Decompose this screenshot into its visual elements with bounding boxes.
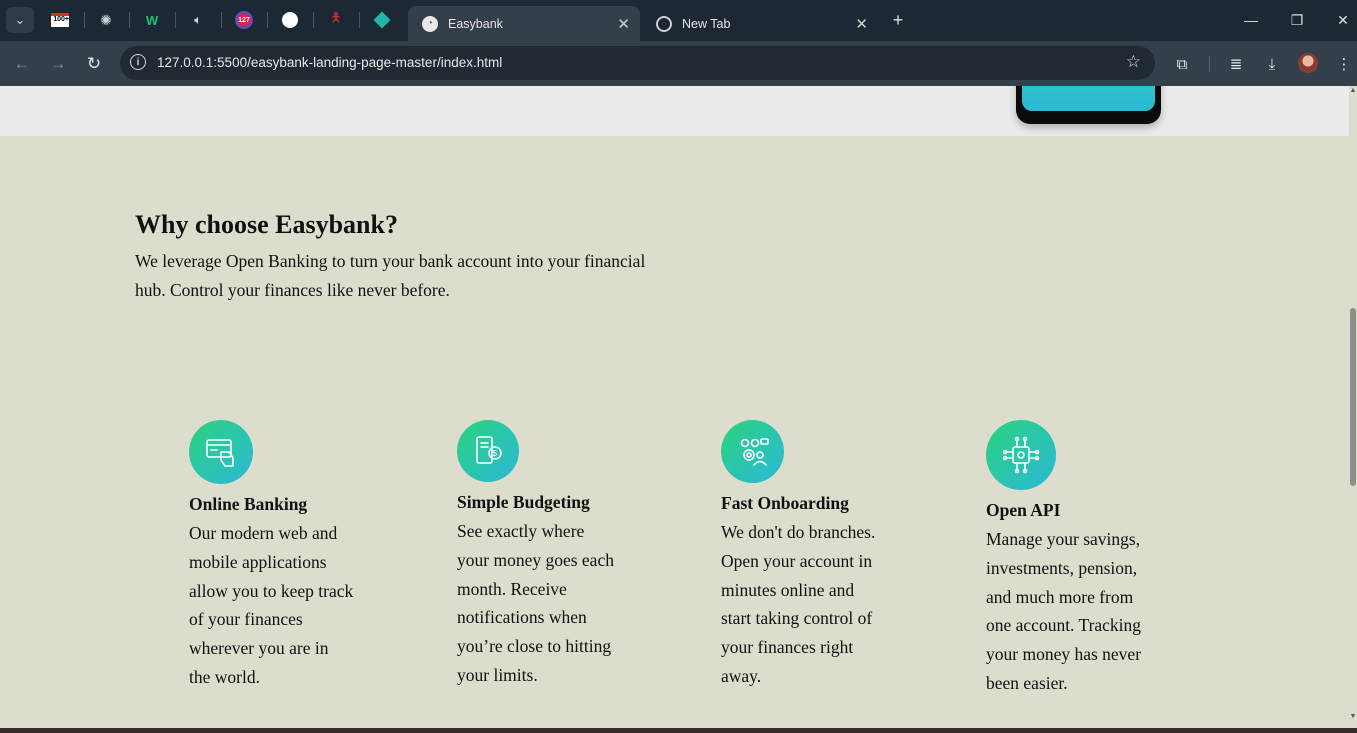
counter-badge-icon: 127: [235, 11, 253, 29]
openai-icon: ✺: [100, 11, 112, 28]
webflow-icon: W: [145, 12, 159, 28]
new-tab-button[interactable]: +: [884, 8, 912, 32]
browser-toolbar: ← → ↻ i 127.0.0.1:5500/easybank-landing-…: [0, 41, 1357, 86]
page-viewport: Why choose Easybank? We leverage Open Ba…: [0, 86, 1349, 728]
feature-title: Online Banking: [189, 494, 308, 514]
tab-easybank[interactable]: ◔ Easybank ✕: [408, 6, 640, 41]
feature-title: Fast Onboarding: [721, 493, 849, 513]
feature-online-banking: Online Banking Our modern web and mobile…: [189, 420, 354, 692]
restore-icon: ❐: [1290, 11, 1304, 28]
pinned-tab-gmail[interactable]: 100+: [46, 7, 74, 33]
pinned-tab-figure[interactable]: 🯅︎: [322, 7, 350, 33]
back-button[interactable]: ←: [8, 50, 36, 78]
api-icon: [986, 420, 1056, 490]
feature-fast-onboarding: Fast Onboarding We don't do branches. Op…: [721, 420, 876, 691]
feature-open-api: Open API Manage your savings, investment…: [986, 420, 1161, 698]
close-icon: ✕: [1337, 11, 1349, 28]
address-bar[interactable]: i 127.0.0.1:5500/easybank-landing-page-m…: [120, 46, 1155, 80]
bookmark-star-icon[interactable]: ☆: [1126, 52, 1141, 72]
kebab-menu-icon: ⋮: [1336, 56, 1352, 73]
figure-icon: 🯅︎: [330, 10, 342, 25]
reload-icon: ↻: [86, 54, 102, 73]
feature-text: See exactly where your money goes each m…: [457, 521, 614, 685]
scroll-down-arrow-icon[interactable]: ▼: [1349, 712, 1357, 722]
close-tab-icon[interactable]: ✕: [855, 15, 868, 33]
downloads-button[interactable]: ⤓: [1258, 50, 1286, 78]
url-text[interactable]: 127.0.0.1:5500/easybank-landing-page-mas…: [157, 55, 502, 70]
chrome-icon: [656, 15, 672, 32]
svg-text:$: $: [493, 449, 498, 458]
scroll-up-arrow-icon[interactable]: ▲: [1349, 86, 1357, 96]
tab-new-tab[interactable]: New Tab ✕: [642, 6, 878, 41]
download-icon: ⤓: [1268, 55, 1276, 73]
pinned-tab-audio[interactable]: 🔈︎: [184, 7, 212, 33]
tab-search-button[interactable]: ⌄: [6, 7, 34, 33]
diamond-icon: [373, 11, 391, 29]
feature-text: Our modern web and mobile applications a…: [189, 523, 354, 687]
tab-title: New Tab: [682, 16, 731, 31]
close-tab-icon[interactable]: ✕: [617, 15, 630, 33]
page-scrollbar[interactable]: ▲ ▼: [1349, 86, 1357, 728]
minimize-icon: —: [1244, 12, 1258, 28]
section-title: Why choose Easybank?: [135, 210, 398, 239]
minimize-button[interactable]: —: [1237, 8, 1265, 32]
forward-button[interactable]: →: [44, 50, 72, 78]
puzzle-icon: ⧉: [1176, 55, 1188, 73]
pinned-tab-github[interactable]: [276, 7, 304, 33]
globe-icon: ◔: [422, 15, 438, 32]
restore-button[interactable]: ❐: [1283, 8, 1311, 32]
tab-title: Easybank: [448, 16, 503, 31]
speaker-icon: 🔈︎: [194, 12, 202, 27]
feature-title: Open API: [986, 500, 1061, 520]
feature-simple-budgeting: $ Simple Budgeting See exactly where you…: [457, 420, 617, 690]
onboarding-icon: [721, 420, 784, 483]
budgeting-icon: $: [457, 420, 519, 482]
extensions-button[interactable]: ⧉: [1168, 50, 1196, 78]
plus-icon: +: [892, 9, 904, 30]
pinned-tab-diamond[interactable]: [368, 7, 396, 33]
phone-mockup-image: [1016, 86, 1161, 124]
reload-button[interactable]: ↻: [80, 50, 108, 78]
section-intro: We leverage Open Banking to turn your ba…: [135, 251, 646, 300]
media-control-button[interactable]: ≣: [1222, 50, 1250, 78]
os-taskbar-edge: [0, 728, 1357, 733]
chevron-down-icon: ⌄: [14, 12, 26, 27]
site-info-icon[interactable]: i: [130, 54, 146, 70]
pinned-tab-openai[interactable]: ✺: [92, 7, 120, 33]
profile-avatar[interactable]: [1298, 53, 1318, 73]
feature-text: Manage your savings, investments, pensio…: [986, 529, 1142, 693]
pinned-tab-counter[interactable]: 127: [230, 7, 258, 33]
github-icon: [282, 12, 298, 28]
media-queue-icon: ≣: [1229, 56, 1243, 73]
tab-bar: ⌄ 100+ ✺ W 🔈︎ 127 🯅︎ ◔ Easybank ✕ New Ta…: [0, 0, 1357, 41]
arrow-right-icon: →: [49, 54, 67, 73]
menu-button[interactable]: ⋮: [1330, 50, 1357, 78]
gmail-icon: 100+: [51, 13, 69, 27]
close-window-button[interactable]: ✕: [1329, 8, 1357, 32]
scrollbar-thumb[interactable]: [1350, 308, 1356, 486]
pinned-tab-webflow[interactable]: W: [138, 7, 166, 33]
feature-text: We don't do branches. Open your account …: [721, 522, 876, 686]
arrow-left-icon: ←: [13, 54, 31, 73]
feature-title: Simple Budgeting: [457, 492, 590, 512]
online-banking-icon: [189, 420, 253, 484]
